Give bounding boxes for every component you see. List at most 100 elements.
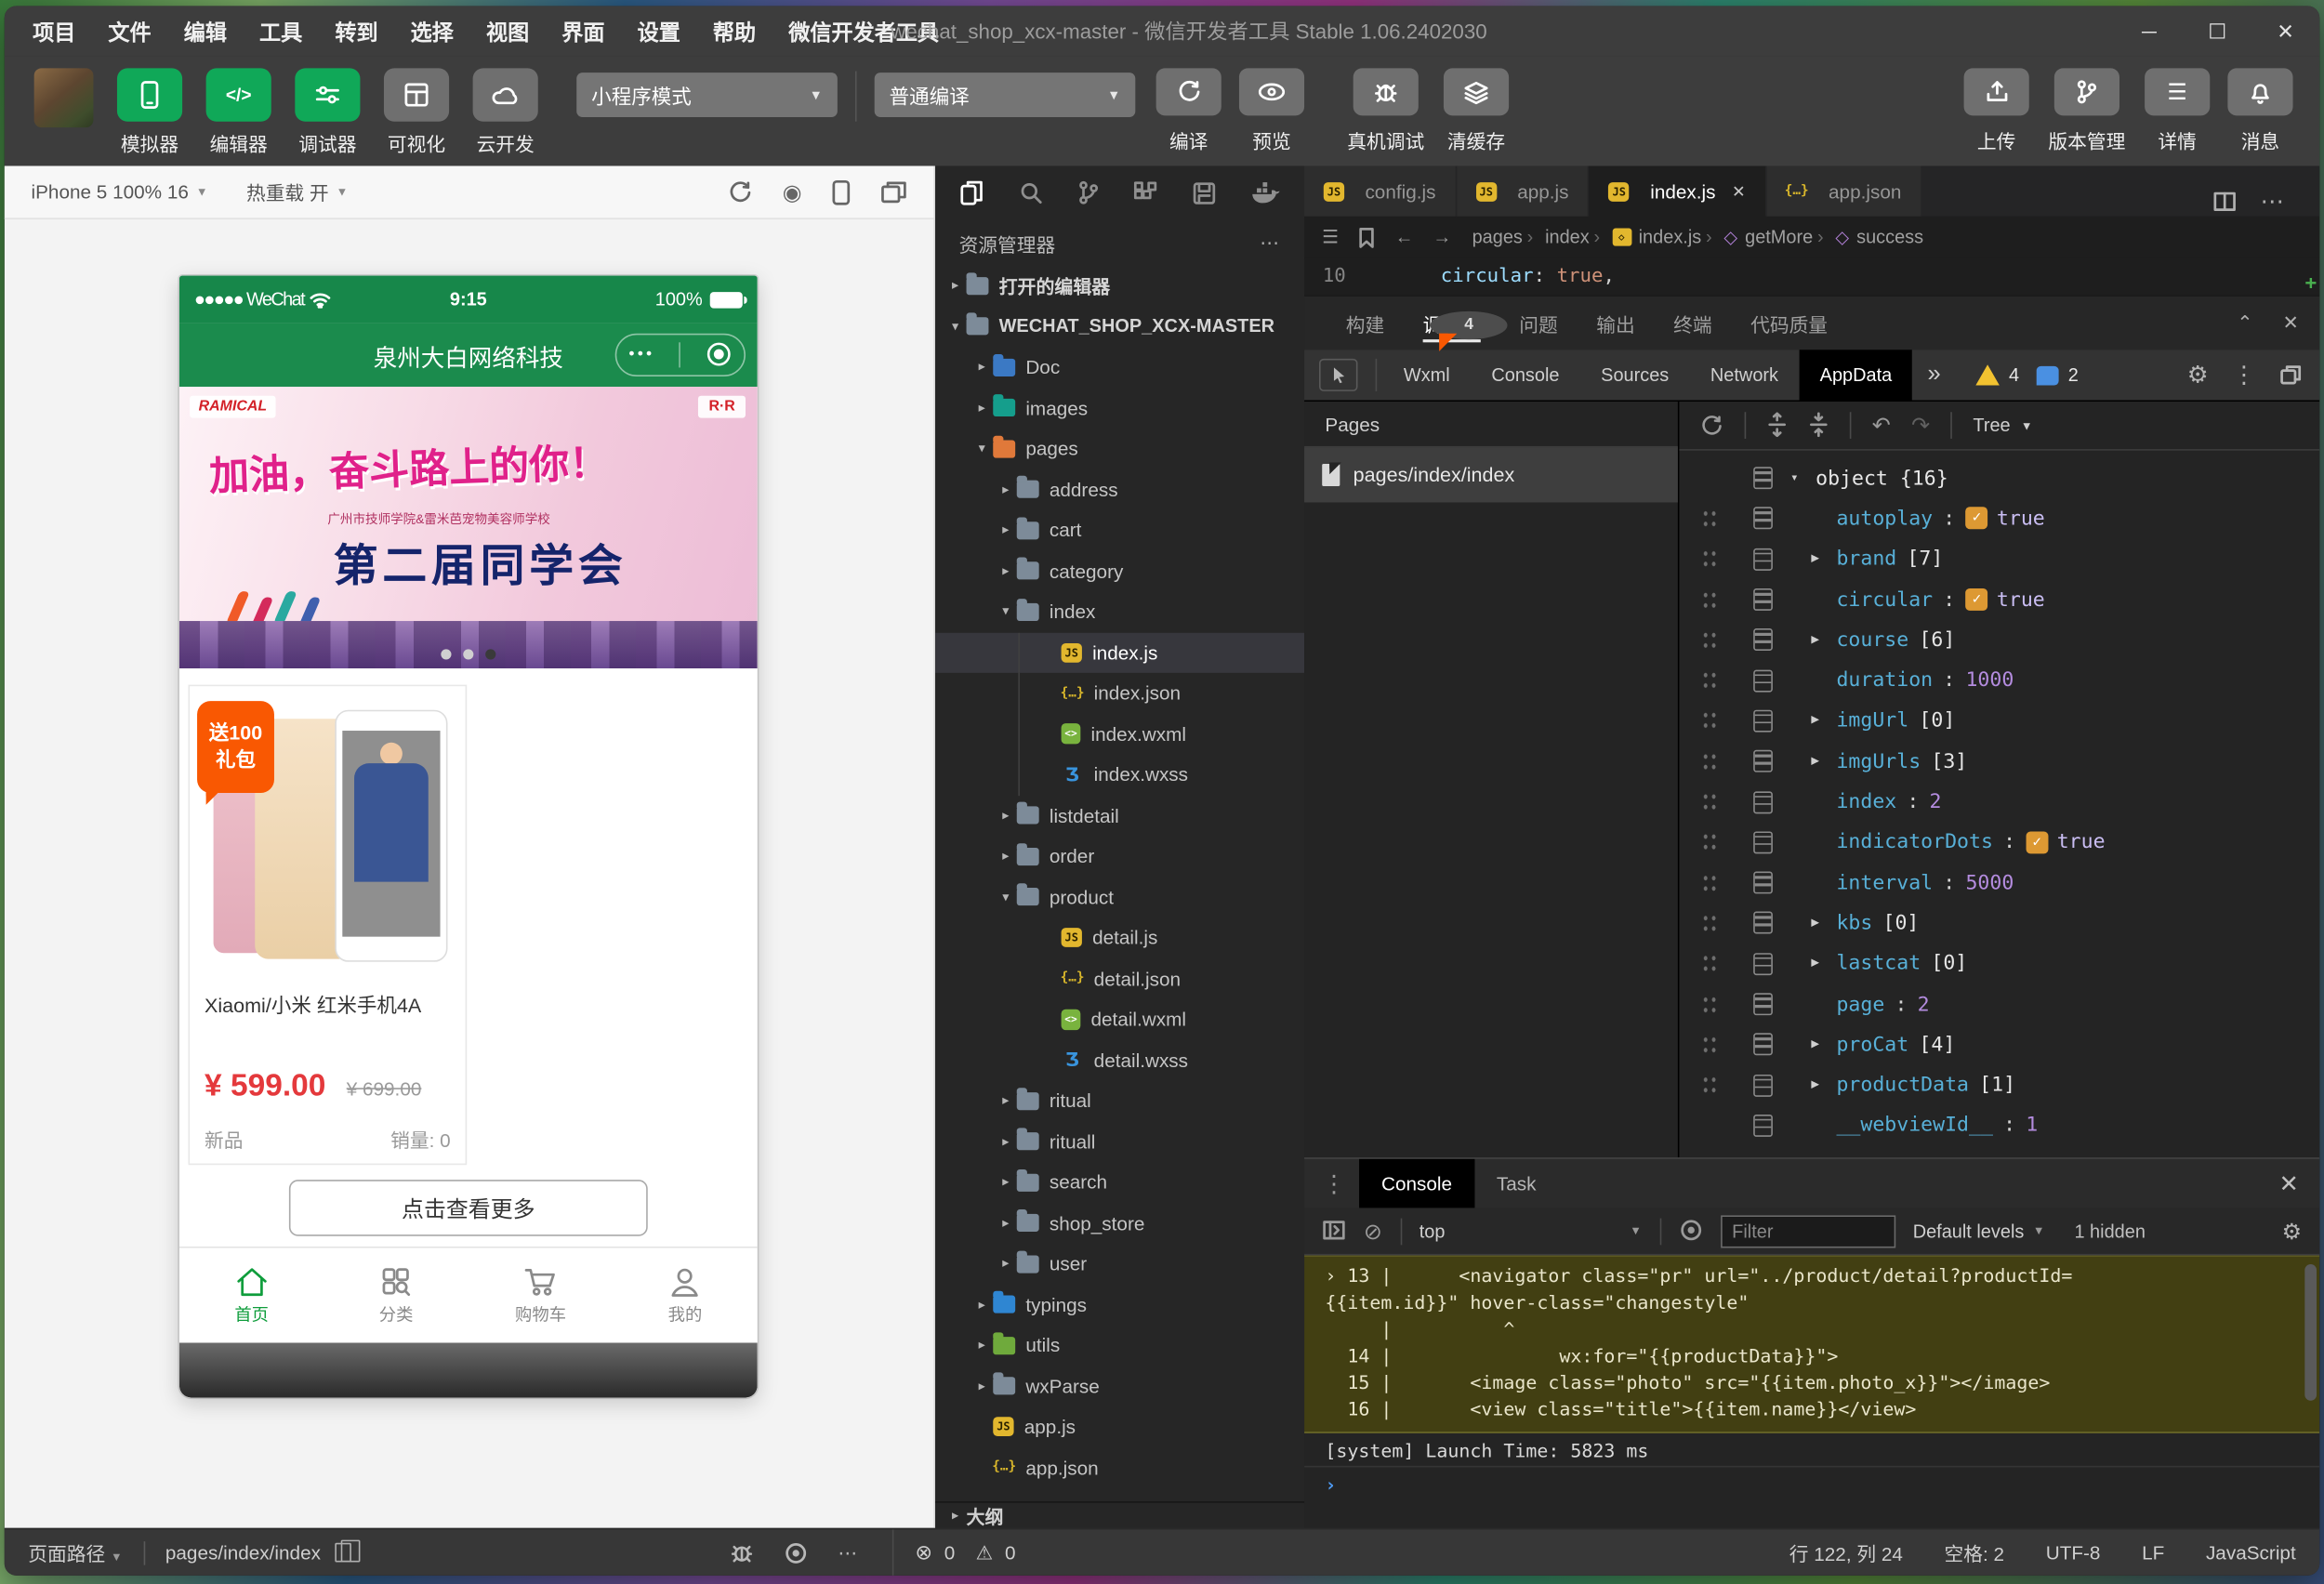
appdata-row[interactable]: ▶ proCat : ✓ [4] <box>1679 1024 2319 1065</box>
bookmark-icon[interactable] <box>1358 226 1376 248</box>
appdata-row[interactable]: autoplay : ✓ true <box>1679 498 2319 539</box>
tree-item[interactable]: ▸ category <box>935 550 1304 591</box>
drag-handle-icon[interactable] <box>1701 507 1718 531</box>
page-path-dropdown[interactable]: 页面路径 ▼ <box>28 1538 122 1566</box>
expand-arrow-icon[interactable]: ▶ <box>1811 633 1836 648</box>
drag-handle-icon[interactable] <box>1701 992 1718 1016</box>
menu-item[interactable]: 文件 <box>92 16 167 46</box>
undo-icon[interactable]: ↶ <box>1872 412 1891 439</box>
tab-category[interactable]: 分类 <box>324 1247 468 1342</box>
mode-dropdown[interactable]: 小程序模式 ▼ <box>576 73 838 117</box>
clear-console-icon[interactable]: ⊘ <box>1364 1218 1382 1244</box>
expand-arrow-icon[interactable]: ▾ <box>995 889 1017 905</box>
console-tab[interactable]: Console <box>1359 1158 1474 1208</box>
drag-handle-icon[interactable] <box>1701 749 1718 773</box>
debug-bug-icon[interactable] <box>730 1540 755 1565</box>
tree-item[interactable]: ▾ product <box>935 877 1304 917</box>
drag-handle-icon[interactable] <box>1701 587 1718 612</box>
panel-tab[interactable]: 输出 <box>1596 297 1634 350</box>
search-icon[interactable] <box>1018 180 1043 207</box>
checkbox-icon[interactable]: ✓ <box>1965 507 1988 530</box>
expand-arrow-icon[interactable]: ▶ <box>1811 1037 1836 1052</box>
expand-arrow-icon[interactable]: ▾ <box>971 441 993 457</box>
expand-arrow-icon[interactable]: ▸ <box>995 1092 1017 1109</box>
tab-cart[interactable]: 购物车 <box>469 1247 613 1342</box>
tree-item[interactable]: ▸ cart <box>935 509 1304 550</box>
show-sidebar-icon[interactable] <box>1322 1218 1346 1245</box>
tree-item[interactable]: ▸ search <box>935 1162 1304 1203</box>
editor-tab[interactable]: app.json <box>1766 165 1922 217</box>
expand-arrow-icon[interactable]: ▸ <box>995 482 1017 498</box>
upload-button[interactable]: 上传 <box>1958 68 2035 153</box>
device-frame-icon[interactable] <box>831 178 851 205</box>
context-dropdown[interactable]: top ▼ <box>1419 1221 1642 1241</box>
editor-tab[interactable]: config.js <box>1304 165 1457 217</box>
compile-mode-dropdown[interactable]: 普通编译 ▼ <box>874 73 1136 117</box>
clear-cache-button[interactable]: 清缓存 <box>1438 68 1515 153</box>
expand-arrow-icon[interactable]: ▾ <box>995 603 1017 620</box>
expand-arrow-icon[interactable]: ▸ <box>995 562 1017 579</box>
copy-icon[interactable] <box>335 1538 361 1563</box>
panel-tab[interactable]: 调试器 4 <box>1422 297 1508 351</box>
maximize-button[interactable]: ☐ <box>2184 19 2251 44</box>
expand-arrow-icon[interactable]: ▶ <box>1811 916 1836 931</box>
close-panel-icon[interactable]: ✕ <box>2283 311 2299 336</box>
panel-tab[interactable]: 代码质量 <box>1750 297 1828 350</box>
watch-eye-icon[interactable] <box>785 1540 809 1564</box>
log-levels-dropdown[interactable]: Default levels ▼ <box>1913 1221 2045 1241</box>
files-icon[interactable] <box>959 180 984 207</box>
eye-target-icon[interactable] <box>1679 1218 1703 1245</box>
filter-input[interactable] <box>1720 1214 1895 1247</box>
checkbox-icon[interactable]: ✓ <box>2026 831 2049 854</box>
devtools-tab[interactable]: Sources <box>1580 350 1690 400</box>
expand-arrow-icon[interactable]: ▸ <box>971 1338 993 1354</box>
drag-handle-icon[interactable] <box>1701 1032 1718 1057</box>
tree-item[interactable]: index.json <box>935 672 1304 714</box>
drag-handle-icon[interactable] <box>1701 830 1718 854</box>
menu-item[interactable]: 选择 <box>394 16 469 46</box>
tree-item[interactable]: ▸ utils <box>935 1325 1304 1366</box>
expand-arrow-icon[interactable]: ▶ <box>1811 714 1836 729</box>
tree-item[interactable]: index.js <box>935 632 1305 673</box>
simulator-button[interactable]: 模拟器 <box>108 68 191 157</box>
appdata-row[interactable]: __webviewId__ : ✓ 1 <box>1679 1105 2319 1146</box>
view-mode-dropdown[interactable]: Tree ▼ <box>1973 415 2032 435</box>
devtools-tab[interactable]: Network <box>1690 350 1800 400</box>
expand-arrow-icon[interactable]: ▸ <box>995 522 1017 539</box>
preview-button[interactable]: 预览 <box>1234 68 1311 153</box>
drag-handle-icon[interactable] <box>1701 668 1718 693</box>
panel-tab[interactable]: 构建 <box>1346 297 1384 350</box>
capsule-menu[interactable]: ••• <box>614 333 746 376</box>
menu-item[interactable]: 项目 <box>17 16 92 46</box>
encoding[interactable]: UTF-8 <box>2046 1541 2101 1564</box>
split-editor-icon[interactable] <box>2212 188 2237 215</box>
tree-item[interactable]: app.json <box>935 1447 1304 1488</box>
tree-item[interactable]: index.wxml <box>935 713 1304 755</box>
source-control-icon[interactable] <box>1076 180 1099 207</box>
close-console-icon[interactable]: ✕ <box>2279 1159 2320 1208</box>
warning-log[interactable]: › 13 | <navigator class="pr" url="../pro… <box>1304 1255 2320 1433</box>
tree-item[interactable]: ▸ ritual <box>935 1080 1304 1121</box>
forward-icon[interactable]: → <box>1433 227 1451 247</box>
expand-arrow-icon[interactable]: ▶ <box>1811 754 1836 769</box>
tree-item[interactable]: detail.wxml <box>935 999 1304 1040</box>
minimize-button[interactable]: ─ <box>2115 19 2183 44</box>
tree-item[interactable]: app.js <box>935 1406 1304 1447</box>
record-icon[interactable]: ◉ <box>783 178 802 205</box>
drag-handle-icon[interactable] <box>1701 627 1718 653</box>
tab-mine[interactable]: 我的 <box>613 1247 757 1342</box>
appdata-row[interactable]: ▶ course : ✓ [6] <box>1679 620 2319 661</box>
exit-target-icon[interactable] <box>706 341 733 368</box>
devtools-tab[interactable]: Wxml <box>1383 350 1471 400</box>
panel-tab[interactable]: 问题 <box>1519 297 1557 350</box>
drag-handle-icon[interactable] <box>1701 1114 1718 1138</box>
indentation[interactable]: 空格: 2 <box>1945 1538 2005 1566</box>
drag-handle-icon[interactable] <box>1701 951 1718 976</box>
breadcrumb-item[interactable]: › ◇ getMore <box>1701 227 1813 247</box>
cursor-position[interactable]: 行 122, 列 24 <box>1789 1538 1903 1566</box>
save-all-icon[interactable] <box>1192 180 1217 207</box>
expand-arrow-icon[interactable]: ▸ <box>971 359 993 376</box>
tree-item[interactable]: ▸ images <box>935 388 1304 429</box>
tree-item[interactable]: detail.js <box>935 917 1304 958</box>
cloud-dev-button[interactable]: 云开发 <box>464 68 547 157</box>
